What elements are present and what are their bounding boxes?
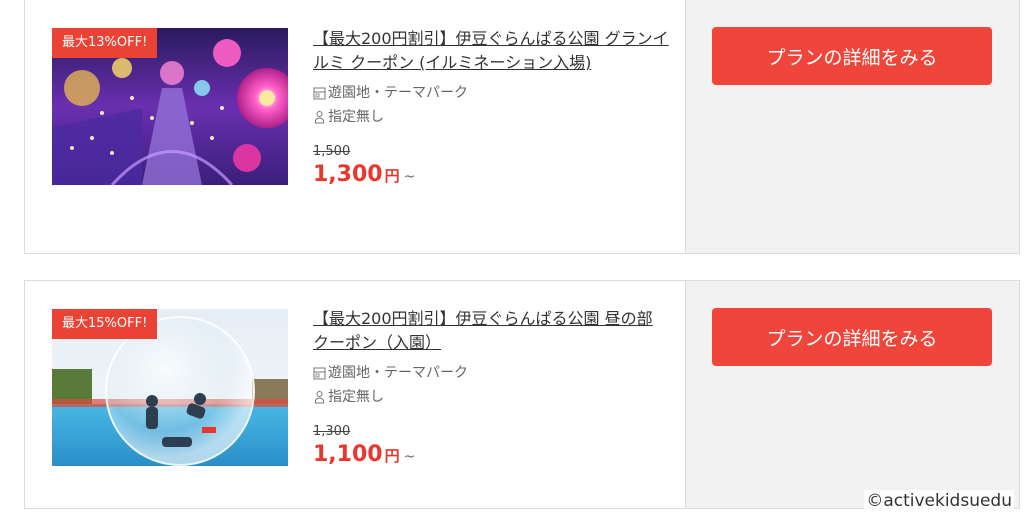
plan-info: 【最大200円割引】伊豆ぐらんぱる公園 グランイルミ クーポン (イルミネーショ… [313,27,673,191]
sale-price-value: 1,100 [313,442,383,467]
sale-price: 1,300 円 ~ [313,161,673,191]
plan-details-button[interactable]: プランの詳細をみる [712,27,992,85]
plan-action-panel: プランの詳細をみる [685,281,1019,508]
plan-thumbnail[interactable]: 最大15%OFF! [52,309,288,466]
sale-price: 1,100 円 ~ [313,441,673,471]
target-label: 指定無し [328,389,384,405]
plan-title-link[interactable]: 【最大200円割引】伊豆ぐらんぱる公園 グランイルミ クーポン (イルミネーショ… [313,27,673,75]
target-label: 指定無し [328,109,384,125]
target-row: 指定無し [313,385,673,409]
plan-card: 最大15%OFF! 【最大200円割引】伊豆ぐらんぱる公園 昼の部 クーポン（入… [24,280,1020,509]
category-label: 遊園地・テーマパーク [328,85,468,101]
original-price: 1,500 [313,144,351,159]
target-row: 指定無し [313,105,673,129]
sale-price-value: 1,300 [313,162,383,187]
person-icon [315,391,324,404]
plan-title-link[interactable]: 【最大200円割引】伊豆ぐらんぱる公園 昼の部 クーポン（入園） [313,307,673,355]
original-price: 1,300 [313,424,351,439]
plan-card: 最大13%OFF! 【最大200円割引】伊豆ぐらんぱる公園 グランイルミ クーポ… [24,0,1020,254]
category-label: 遊園地・テーマパーク [328,365,468,381]
price-suffix: ~ [403,449,416,465]
copyright-watermark: ©activekidsuedu [864,490,1014,512]
price-suffix: ~ [403,169,416,185]
map-icon [313,367,326,380]
currency-label: 円 [384,167,400,185]
discount-badge: 最大13%OFF! [52,28,158,58]
plan-details-button[interactable]: プランの詳細をみる [712,308,992,366]
plan-action-panel: プランの詳細をみる [685,0,1019,253]
currency-label: 円 [384,447,400,465]
category-row: 遊園地・テーマパーク [313,81,673,105]
map-icon [313,87,326,100]
person-icon [315,111,324,124]
category-row: 遊園地・テーマパーク [313,361,673,385]
discount-badge: 最大15%OFF! [52,309,158,339]
plan-thumbnail[interactable]: 最大13%OFF! [52,28,288,185]
plan-info: 【最大200円割引】伊豆ぐらんぱる公園 昼の部 クーポン（入園） 遊園地・テーマ… [313,307,673,471]
